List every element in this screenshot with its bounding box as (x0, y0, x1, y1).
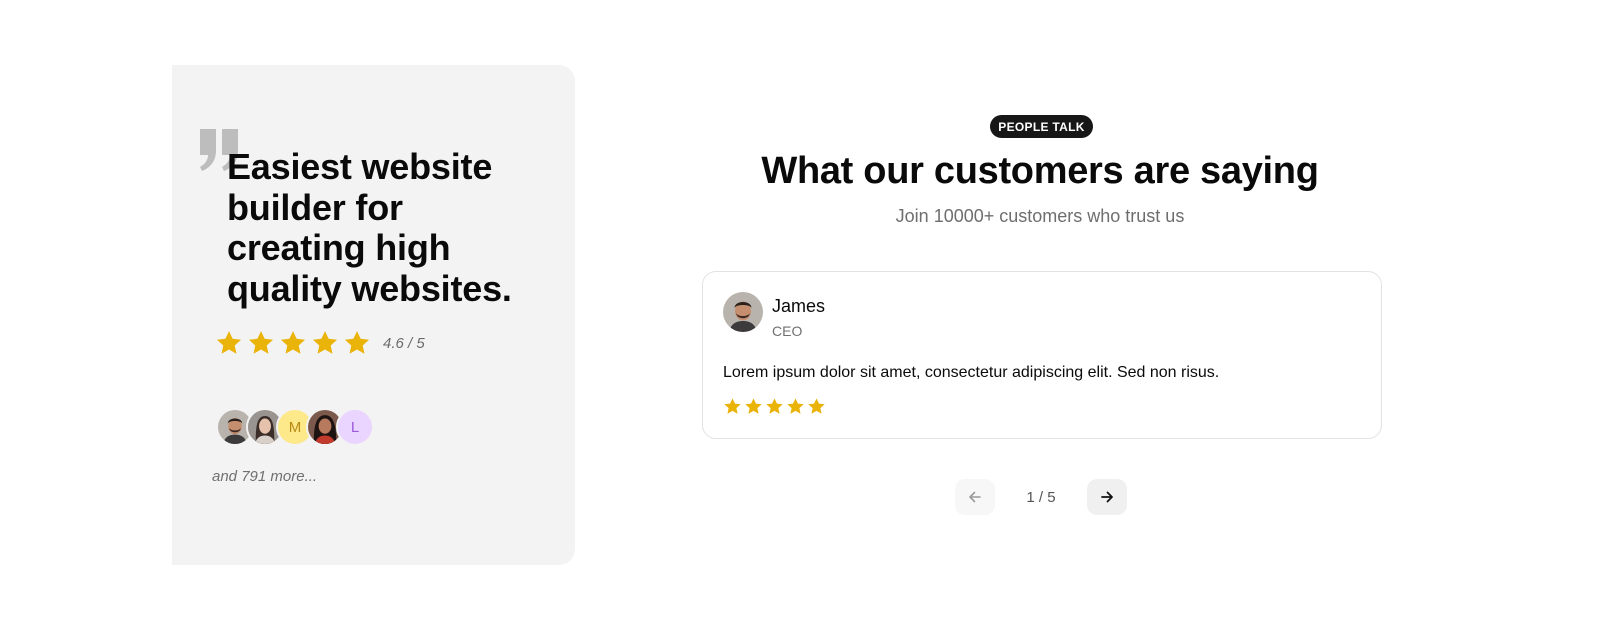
man-avatar-icon (723, 292, 763, 332)
rating-value: 4.6 / 5 (383, 334, 425, 352)
star-icon (808, 398, 825, 414)
section-subtitle: Join 10000+ customers who trust us (895, 206, 1185, 226)
avatar-stack: M L (216, 408, 374, 448)
rating-row: 4.6 / 5 (215, 327, 425, 359)
testimonial-pager: 1 / 5 (955, 479, 1127, 515)
star-icon (745, 398, 762, 414)
testimonial-avatar (723, 292, 763, 332)
previous-button[interactable] (955, 479, 995, 515)
arrow-left-icon (969, 491, 981, 503)
avatar-initial: L (336, 408, 374, 446)
testimonial-role: CEO (772, 323, 803, 339)
section-badge: PEOPLE TALK (990, 115, 1093, 138)
star-icon (344, 331, 370, 354)
testimonial-text: Lorem ipsum dolor sit amet, consectetur … (723, 364, 1220, 381)
arrow-right-icon (1101, 491, 1113, 503)
next-button[interactable] (1087, 479, 1127, 515)
star-icon (312, 331, 338, 354)
feature-card: Easiest website builder for creating hig… (172, 65, 575, 565)
star-icon (724, 398, 741, 414)
page-indicator: 1 / 5 (1026, 488, 1056, 506)
star-icon (766, 398, 783, 414)
testimonials-page: Easiest website builder for creating hig… (0, 0, 1620, 624)
star-icon (280, 331, 306, 354)
feature-headline: Easiest website builder for creating hig… (227, 146, 512, 309)
star-icon (787, 398, 804, 414)
star-icon (248, 331, 274, 354)
more-customers-text: and 791 more... (212, 468, 318, 485)
section-title: What our customers are saying (761, 150, 1319, 192)
testimonial-stars (723, 397, 826, 416)
testimonial-name: James (772, 296, 826, 316)
testimonial-card: James CEO Lorem ipsum dolor sit amet, co… (702, 271, 1382, 439)
star-icon (216, 331, 242, 354)
